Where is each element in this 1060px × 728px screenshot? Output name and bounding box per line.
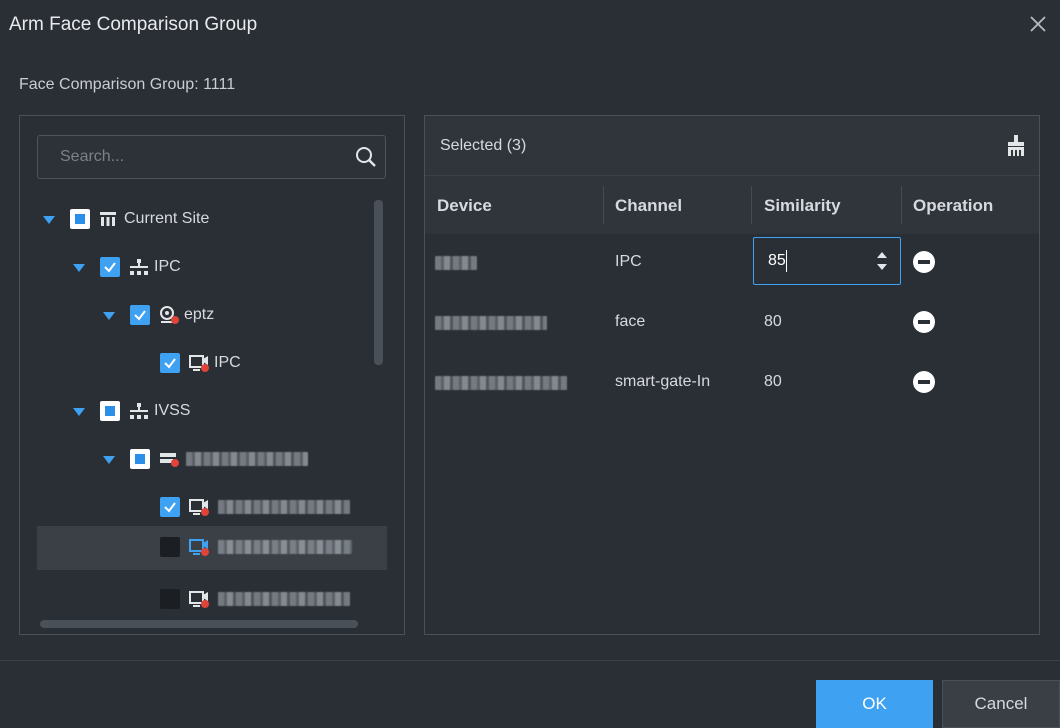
channel-icon [189, 539, 209, 556]
clear-brush-icon[interactable] [1005, 134, 1027, 158]
horizontal-scrollbar[interactable] [40, 620, 358, 628]
footer-divider [0, 660, 1060, 661]
selected-count: Selected (3) [440, 137, 527, 154]
tree-node-label: eptz [184, 306, 215, 323]
search-icon[interactable] [355, 146, 377, 168]
column-divider [603, 186, 604, 224]
channel-icon [189, 355, 209, 372]
dialog-title: Arm Face Comparison Group [9, 14, 258, 35]
tree-node-label: IPC [214, 354, 241, 371]
table-row: smart-gate-In 80 [425, 354, 1039, 412]
tree-node-ipc-group[interactable]: IPC [20, 246, 370, 290]
selected-header: Selected (3) [425, 116, 1039, 176]
tree-checkbox[interactable] [70, 209, 90, 229]
cancel-button[interactable]: Cancel [942, 680, 1060, 728]
similarity-cell[interactable]: 80 [764, 313, 782, 331]
blurred-device-name [435, 376, 567, 390]
expand-arrow-icon[interactable] [102, 309, 116, 323]
blurred-device-name [435, 256, 477, 270]
similarity-value: 85 [768, 252, 786, 269]
table-row: IPC 85 [425, 234, 1039, 292]
tree-node-channel[interactable] [20, 578, 370, 622]
blurred-device-name [186, 452, 308, 466]
remove-icon[interactable] [913, 251, 935, 273]
text-caret [786, 250, 787, 272]
tree-node-nvr[interactable] [20, 438, 370, 482]
close-icon[interactable] [1024, 10, 1052, 38]
remove-icon[interactable] [913, 311, 935, 333]
table-row: face 80 [425, 294, 1039, 352]
network-icon [130, 259, 148, 275]
blurred-channel-name [218, 592, 350, 606]
tree-checkbox[interactable] [160, 497, 180, 517]
tree-checkbox[interactable] [100, 401, 120, 421]
tree-checkbox[interactable] [160, 589, 180, 609]
remove-icon[interactable] [913, 371, 935, 393]
similarity-cell[interactable]: 80 [764, 373, 782, 391]
column-divider [901, 186, 902, 224]
channel-cell: IPC [615, 253, 642, 270]
expand-arrow-icon[interactable] [42, 213, 56, 227]
expand-arrow-icon[interactable] [72, 261, 86, 275]
tree-node-ipc-channel[interactable]: IPC [20, 342, 370, 386]
dialog-titlebar: Arm Face Comparison Group [0, 0, 1060, 52]
site-icon [100, 212, 116, 226]
blurred-channel-name [218, 540, 352, 554]
tree-node-channel-hover[interactable] [37, 526, 387, 570]
tree-checkbox[interactable] [130, 305, 150, 325]
search-input[interactable] [38, 136, 338, 178]
similarity-input[interactable]: 85 [753, 237, 901, 285]
tree-node-eptz[interactable]: eptz [20, 294, 370, 338]
tree-node-label: Current Site [124, 210, 210, 227]
column-header-similarity[interactable]: Similarity [764, 196, 841, 216]
tree-node-label: IPC [154, 258, 181, 275]
selected-panel: Selected (3) Device Channel Similarity O… [424, 115, 1040, 635]
column-header-operation[interactable]: Operation [913, 196, 993, 216]
arm-face-comparison-dialog: Arm Face Comparison Group Face Compariso… [0, 0, 1060, 728]
group-name-label: Face Comparison Group: 1111 [19, 76, 236, 93]
tree-checkbox[interactable] [100, 257, 120, 277]
table-header: Device Channel Similarity Operation [425, 176, 1039, 234]
channel-cell: smart-gate-In [615, 373, 711, 390]
network-icon [130, 403, 148, 419]
column-divider [751, 186, 752, 224]
expand-arrow-icon[interactable] [102, 453, 116, 467]
tree-node-channel[interactable] [20, 486, 370, 530]
channel-icon [189, 499, 209, 516]
tree-node-current-site[interactable]: Current Site [20, 198, 370, 242]
search-box [37, 135, 386, 179]
tree-checkbox[interactable] [130, 449, 150, 469]
vertical-scrollbar[interactable] [374, 200, 383, 365]
column-header-channel[interactable]: Channel [615, 196, 682, 216]
channel-icon [189, 591, 209, 608]
device-tree-panel: Current Site IPC eptz [19, 115, 405, 635]
spinner-arrows-icon[interactable] [876, 250, 888, 272]
nvr-icon [160, 453, 179, 467]
tree-node-ivss[interactable]: IVSS [20, 390, 370, 434]
tree-checkbox[interactable] [160, 537, 180, 557]
channel-cell: face [615, 313, 646, 330]
blurred-channel-name [218, 500, 350, 514]
ok-button[interactable]: OK [816, 680, 933, 728]
tree-node-label: IVSS [154, 402, 191, 419]
blurred-device-name [435, 316, 547, 330]
device-icon [160, 306, 179, 324]
tree-checkbox[interactable] [160, 353, 180, 373]
column-header-device[interactable]: Device [437, 196, 492, 216]
expand-arrow-icon[interactable] [72, 405, 86, 419]
